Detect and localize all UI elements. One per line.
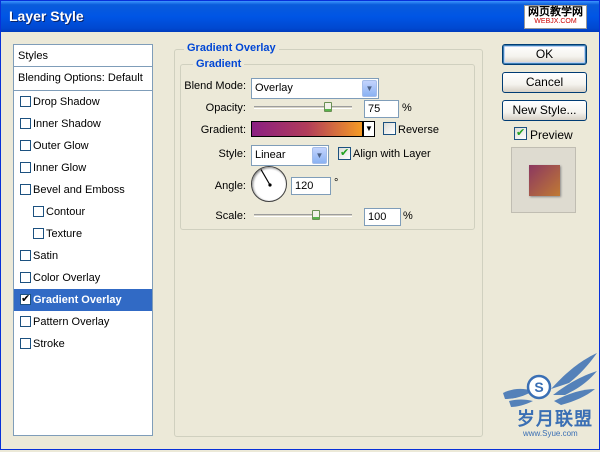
title-bar[interactable]: Layer Style 网页教学网 WEBJX.COM	[1, 1, 599, 32]
style-item-drop-shadow[interactable]: Drop Shadow	[14, 91, 152, 113]
preview-thumbnail	[511, 147, 576, 213]
style-item-checkbox[interactable]	[33, 206, 44, 217]
window-title: Layer Style	[9, 8, 84, 24]
styles-header[interactable]: Styles	[14, 45, 152, 67]
style-item-label: Inner Glow	[33, 162, 87, 174]
blend-mode-label: Blend Mode:	[184, 80, 246, 92]
style-item-checkbox[interactable]	[20, 184, 31, 195]
style-item-contour[interactable]: Contour	[14, 201, 152, 223]
scale-input[interactable]: 100	[364, 208, 401, 226]
style-item-label: Texture	[46, 228, 83, 240]
opacity-input[interactable]: 75	[364, 100, 399, 118]
style-item-label: Stroke	[33, 338, 65, 350]
style-item-checkbox[interactable]	[20, 162, 31, 173]
align-with-layer-checkbox[interactable]: ✔	[338, 147, 351, 160]
style-item-checkbox[interactable]	[33, 228, 44, 239]
new-style-button[interactable]: New Style...	[502, 100, 587, 121]
layer-style-dialog: Layer Style 网页教学网 WEBJX.COM Styles Blend…	[0, 0, 600, 450]
gradient-label: Gradient:	[200, 124, 246, 136]
style-item-label: Contour	[46, 206, 86, 218]
watermark-main-text: 网页教学网	[528, 6, 583, 18]
angle-needle-icon	[260, 169, 272, 187]
style-item-label: Pattern Overlay	[33, 316, 110, 328]
style-item-satin[interactable]: Satin	[14, 245, 152, 267]
opacity-unit: %	[402, 102, 412, 114]
style-item-label: Outer Glow	[33, 140, 89, 152]
style-item-checkbox[interactable]	[20, 118, 31, 129]
style-item-pattern-overlay[interactable]: Pattern Overlay	[14, 311, 152, 333]
blend-mode-select[interactable]: Overlay ▼	[251, 78, 379, 99]
style-item-checkbox[interactable]: ✔	[20, 293, 31, 305]
checkmark-icon: ✔	[516, 127, 526, 139]
style-item-label: Inner Shadow	[33, 118, 101, 130]
style-item-label: Gradient Overlay	[33, 294, 122, 306]
scale-value: 100	[368, 211, 387, 223]
opacity-slider-thumb[interactable]	[323, 102, 332, 112]
styles-list: Styles Blending Options: Default Drop Sh…	[13, 44, 153, 436]
style-label: Style:	[218, 148, 246, 160]
preview-checkbox[interactable]: ✔	[514, 127, 527, 140]
style-item-outer-glow[interactable]: Outer Glow	[14, 135, 152, 157]
style-item-checkbox[interactable]	[20, 96, 31, 107]
scale-unit: %	[403, 210, 413, 222]
angle-dial[interactable]	[251, 166, 287, 202]
logo-text: 岁月联盟	[517, 409, 593, 429]
style-item-color-overlay[interactable]: Color Overlay	[14, 267, 152, 289]
style-item-label: Drop Shadow	[33, 96, 100, 108]
style-item-gradient-overlay[interactable]: ✔ Gradient Overlay	[14, 289, 152, 311]
scale-label: Scale:	[215, 210, 246, 222]
style-item-checkbox[interactable]	[20, 140, 31, 151]
scale-slider-thumb[interactable]	[312, 210, 320, 220]
watermark-badge: 网页教学网 WEBJX.COM	[524, 5, 587, 29]
gradient-swatch[interactable]	[251, 121, 363, 137]
ok-button[interactable]: OK	[502, 44, 587, 65]
watermark-logo: S 岁月联盟 www.Syue.com	[499, 349, 599, 449]
checkmark-icon: ✔	[340, 147, 350, 159]
style-item-checkbox[interactable]	[20, 272, 31, 283]
style-item-inner-glow[interactable]: Inner Glow	[14, 157, 152, 179]
style-item-label: Color Overlay	[33, 272, 101, 284]
style-value: Linear	[255, 149, 286, 161]
reverse-checkbox[interactable]	[383, 122, 396, 135]
chevron-down-icon[interactable]: ▼	[362, 80, 377, 97]
logo-sub-text: www.Syue.com	[523, 429, 578, 438]
angle-input[interactable]: 120	[291, 177, 331, 195]
angle-value: 120	[295, 180, 314, 192]
gradient-group-title: Gradient	[193, 58, 245, 70]
watermark-sub-text: WEBJX.COM	[534, 18, 577, 25]
scale-slider-track[interactable]	[254, 214, 352, 217]
style-item-inner-shadow[interactable]: Inner Shadow	[14, 113, 152, 135]
style-item-checkbox[interactable]	[20, 316, 31, 327]
align-with-layer-label: Align with Layer	[353, 148, 431, 160]
preview-label: Preview	[530, 128, 573, 142]
style-item-stroke[interactable]: Stroke	[14, 333, 152, 355]
svg-text:S: S	[534, 379, 543, 395]
style-item-label: Bevel and Emboss	[33, 184, 125, 196]
style-item-label: Satin	[33, 250, 59, 262]
chevron-down-icon[interactable]: ▼	[312, 147, 327, 164]
angle-label: Angle:	[214, 180, 246, 192]
preview-swatch	[529, 165, 560, 196]
style-item-bevel-and-emboss[interactable]: Bevel and Emboss	[14, 179, 152, 201]
opacity-value: 75	[368, 103, 381, 115]
style-item-checkbox[interactable]	[20, 250, 31, 261]
style-item-texture[interactable]: Texture	[14, 223, 152, 245]
style-item-checkbox[interactable]	[20, 338, 31, 349]
angle-unit: °	[334, 177, 339, 189]
opacity-label: Opacity:	[205, 102, 246, 114]
opacity-slider-track[interactable]	[254, 106, 352, 109]
reverse-label: Reverse	[398, 124, 439, 136]
blending-options-item[interactable]: Blending Options: Default	[14, 67, 152, 91]
gradient-picker-chevron-icon[interactable]: ▼	[363, 121, 375, 137]
blend-mode-value: Overlay	[255, 82, 293, 94]
checkmark-icon: ✔	[21, 293, 31, 305]
style-select[interactable]: Linear ▼	[251, 145, 329, 166]
cancel-button[interactable]: Cancel	[502, 72, 587, 93]
gradient-overlay-title: Gradient Overlay	[184, 42, 279, 54]
